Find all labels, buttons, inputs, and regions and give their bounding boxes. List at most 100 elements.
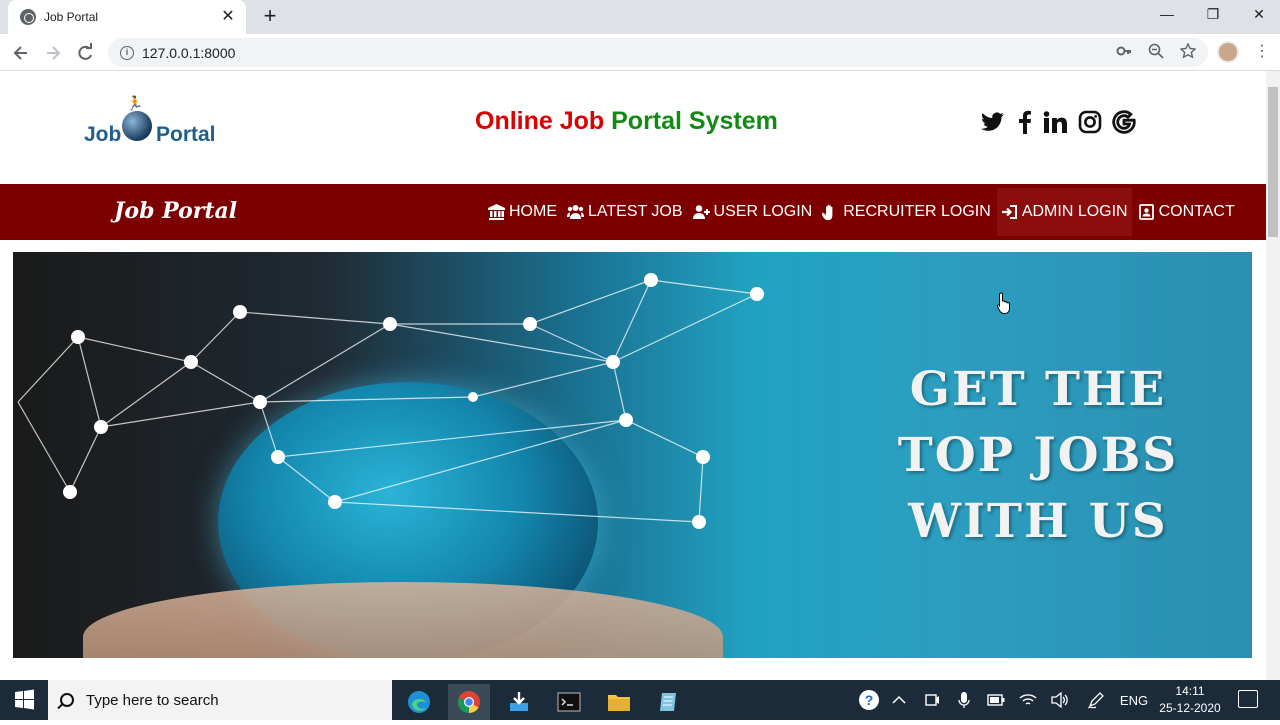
- page-scrollbar[interactable]: [1266, 71, 1280, 680]
- logo-globe: [122, 111, 152, 141]
- pen-icon[interactable]: [1084, 680, 1108, 720]
- edge-icon: [408, 691, 430, 713]
- tab-job-portal[interactable]: Job Portal ✕: [8, 0, 246, 34]
- site-title-green: Portal System: [611, 107, 778, 135]
- nav-recruiter-login[interactable]: RECRUITER LOGIN: [818, 188, 995, 236]
- start-button[interactable]: [0, 680, 48, 720]
- url-text: 127.0.0.1:8000: [142, 44, 236, 61]
- new-tab-button[interactable]: +: [258, 5, 282, 29]
- user-plus-icon: [692, 205, 710, 219]
- chrome-app[interactable]: [448, 684, 490, 720]
- web-page: 🏃 Job Portal Online Job Portal System Jo…: [0, 71, 1266, 680]
- logo-word-job: Job: [84, 123, 122, 146]
- taskbar-search[interactable]: Type here to search: [48, 680, 392, 720]
- arrow-left-icon: [13, 46, 27, 60]
- site-title-red: Online Job: [475, 107, 612, 135]
- facebook-icon[interactable]: [1016, 109, 1034, 135]
- volume-icon[interactable]: [1048, 680, 1072, 720]
- reload-button[interactable]: [72, 40, 98, 66]
- nav-recruiter-login-label: RECRUITER LOGIN: [843, 203, 991, 220]
- users-icon: [567, 205, 584, 219]
- hand-icon: [822, 204, 833, 220]
- nav-admin-login[interactable]: ADMIN LOGIN: [996, 188, 1132, 236]
- edge-app[interactable]: [398, 684, 440, 720]
- nav-user-login[interactable]: USER LOGIN: [689, 188, 817, 236]
- instagram-icon[interactable]: [1077, 109, 1103, 135]
- zoom-out-icon[interactable]: [1148, 43, 1164, 59]
- windows-taskbar: Type here to search ? ENG 14:11 25-12-20…: [0, 680, 1280, 720]
- arrow-right-icon: [47, 46, 61, 60]
- chrome-icon: [458, 691, 480, 713]
- chevron-up-icon[interactable]: [888, 680, 910, 720]
- notification-icon[interactable]: [1238, 690, 1258, 708]
- nav-admin-login-label: ADMIN LOGIN: [1021, 203, 1128, 220]
- close-window-button[interactable]: ✕: [1236, 0, 1280, 30]
- wifi-icon[interactable]: [1016, 680, 1040, 720]
- language-indicator[interactable]: ENG: [1116, 680, 1152, 720]
- nav-latest-job-label: LATEST JOB: [588, 203, 683, 220]
- installer-app[interactable]: [498, 684, 540, 720]
- svg-text:?: ?: [865, 692, 874, 708]
- minimize-button[interactable]: —: [1144, 0, 1190, 30]
- bank-icon: [488, 204, 505, 220]
- hero-banner: GET THE TOP JOBS WITH US: [13, 252, 1252, 658]
- browser-tabstrip: Job Portal ✕ + — ❐ ✕: [0, 0, 1280, 34]
- key-icon[interactable]: [1116, 43, 1132, 59]
- contact-card-icon: [1138, 204, 1154, 220]
- navbar-brand[interactable]: Job Portal: [114, 198, 237, 224]
- globe-icon: [20, 9, 36, 25]
- main-navbar: Job Portal HOME LATEST JOB USER LOGIN RE…: [0, 184, 1266, 240]
- clock-date: 25-12-2020: [1159, 701, 1221, 715]
- address-bar[interactable]: i 127.0.0.1:8000: [108, 38, 1208, 67]
- twitter-icon[interactable]: [980, 109, 1006, 135]
- star-icon[interactable]: [1180, 43, 1196, 59]
- notebook-icon: [660, 693, 676, 711]
- hero-line-3: WITH US: [908, 494, 1168, 549]
- nav-home[interactable]: HOME: [484, 188, 561, 236]
- nav-user-login-label: USER LOGIN: [713, 203, 813, 220]
- nav-home-label: HOME: [509, 203, 557, 220]
- download-box-icon: [510, 692, 528, 711]
- info-icon[interactable]: i: [120, 45, 134, 60]
- hand-cursor-icon: [997, 292, 1010, 314]
- clock-time: 14:11: [1175, 684, 1205, 698]
- system-clock[interactable]: 14:11 25-12-2020: [1154, 683, 1226, 717]
- scrollbar-thumb[interactable]: [1268, 87, 1278, 237]
- linkedin-icon[interactable]: [1042, 109, 1068, 135]
- tab-title: Job Portal: [44, 10, 99, 24]
- profile-avatar[interactable]: [1217, 41, 1239, 63]
- windows-logo-icon: [15, 689, 34, 710]
- nav-latest-job[interactable]: LATEST JOB: [563, 188, 687, 236]
- terminal-app[interactable]: [548, 684, 590, 720]
- microphone-icon[interactable]: [952, 680, 976, 720]
- search-icon: [60, 693, 74, 707]
- forward-button[interactable]: [40, 40, 66, 66]
- logo-word-portal: Portal: [156, 123, 216, 146]
- google-icon[interactable]: [1111, 109, 1137, 135]
- nav-contact[interactable]: CONTACT: [1134, 188, 1239, 236]
- hero-line-2: TOP JOBS: [897, 428, 1179, 483]
- reload-icon: [78, 43, 92, 60]
- browser-toolbar: i 127.0.0.1:8000: [0, 34, 1280, 71]
- search-placeholder: Type here to search: [86, 691, 219, 709]
- battery-icon[interactable]: [984, 680, 1008, 720]
- sign-in-icon: [1001, 205, 1017, 219]
- file-explorer-app[interactable]: [598, 684, 640, 720]
- site-logo[interactable]: 🏃 Job Portal: [84, 91, 224, 171]
- runner-icon: 🏃: [126, 95, 144, 111]
- terminal-icon: [557, 692, 581, 712]
- notebook-app[interactable]: [648, 684, 690, 720]
- close-tab-icon[interactable]: ✕: [220, 9, 236, 25]
- network-graphic: [17, 273, 764, 529]
- hero-tagline: GET THE TOP JOBS WITH US: [843, 357, 1233, 555]
- restore-button[interactable]: ❐: [1190, 0, 1236, 30]
- menu-dots-icon[interactable]: ⋮: [1254, 41, 1270, 61]
- site-title: Online Job Portal System: [475, 107, 778, 136]
- nav-menu: HOME LATEST JOB USER LOGIN RECRUITER LOG…: [484, 184, 1241, 240]
- nav-contact-label: CONTACT: [1158, 203, 1235, 220]
- help-icon[interactable]: ?: [856, 680, 882, 720]
- meet-icon[interactable]: [920, 680, 944, 720]
- back-button[interactable]: [8, 40, 34, 66]
- folder-icon: [608, 695, 630, 711]
- hero-line-1: GET THE: [909, 362, 1167, 417]
